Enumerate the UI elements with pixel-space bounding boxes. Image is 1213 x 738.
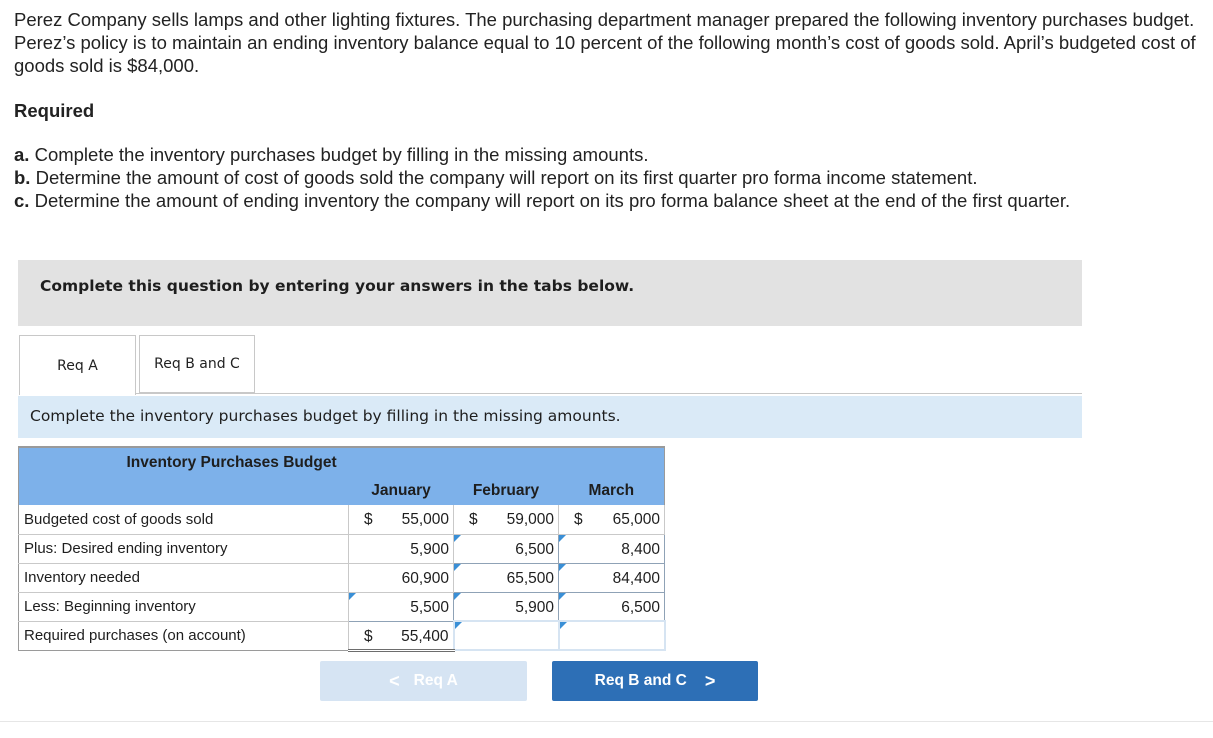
requirement-c: c. Determine the amount of ending invent… (14, 190, 1071, 211)
problem-intro: Perez Company sells lamps and other ligh… (14, 9, 1196, 76)
inventory-needed-march-input[interactable]: 84,400 (557, 562, 666, 593)
instructions-banner: Complete this question by entering your … (18, 260, 1082, 326)
beginning-inventory-march-input[interactable]: 6,500 (557, 591, 666, 622)
chevron-left-icon: < (389, 670, 400, 691)
beginning-inventory-january-input[interactable]: 5,500 (348, 591, 454, 622)
budget-months-row: January February March (18, 477, 666, 505)
cogs-january: $55,000 (348, 505, 454, 535)
table-row: Required purchases (on account) $55,400 (18, 620, 666, 652)
month-march: March (558, 477, 666, 505)
requirement-a: a. Complete the inventory purchases budg… (14, 144, 649, 165)
month-february: February (453, 477, 559, 505)
required-purchases-march-input[interactable] (557, 620, 666, 651)
tab-req-b-and-c[interactable]: Req B and C (139, 335, 255, 393)
row-label: Plus: Desired ending inventory (18, 534, 349, 564)
table-row: Inventory needed 60,900 65,500 84,400 (18, 562, 666, 593)
ending-inventory-march-input[interactable]: 8,400 (557, 533, 666, 564)
row-label: Less: Beginning inventory (18, 592, 349, 622)
tab-divider (136, 393, 1082, 394)
required-heading: Required (14, 100, 95, 121)
cogs-march: $65,000 (558, 505, 666, 535)
chevron-right-icon: > (704, 670, 716, 691)
budget-title: Inventory Purchases Budget (17, 446, 666, 477)
table-row: Less: Beginning inventory 5,500 5,900 6,… (18, 591, 666, 622)
ending-inventory-january: 5,900 (348, 534, 454, 564)
inventory-needed-february-input[interactable]: 65,500 (453, 562, 559, 593)
inventory-needed-january: 60,900 (348, 563, 454, 593)
next-req-b-and-c-button[interactable]: Req B and C > (552, 661, 758, 701)
cogs-february: $59,000 (453, 505, 559, 535)
requirements-list: a. Complete the inventory purchases budg… (14, 143, 1070, 212)
prev-req-a-button[interactable]: < Req A (320, 661, 527, 701)
required-purchases-february-input[interactable] (452, 620, 560, 651)
inventory-purchases-budget: Inventory Purchases Budget January Febru… (17, 446, 666, 652)
tab-instruction: Complete the inventory purchases budget … (18, 396, 1082, 438)
table-row: Budgeted cost of goods sold $55,000 $59,… (18, 505, 666, 535)
row-label: Required purchases (on account) (18, 621, 349, 651)
required-purchases-january: $55,400 (348, 621, 454, 652)
banner-text: Complete this question by entering your … (40, 277, 635, 295)
budget-title-row: Inventory Purchases Budget (17, 446, 666, 477)
budget-table: Inventory Purchases Budget January Febru… (17, 446, 666, 652)
footer-divider (0, 721, 1213, 722)
ending-inventory-february-input[interactable]: 6,500 (453, 533, 559, 564)
row-label: Budgeted cost of goods sold (18, 505, 349, 535)
requirement-b: b. Determine the amount of cost of goods… (14, 167, 978, 188)
row-label: Inventory needed (18, 563, 349, 593)
tab-req-a[interactable]: Req A (19, 335, 136, 395)
beginning-inventory-february-input[interactable]: 5,900 (453, 591, 559, 622)
instruction-text: Complete the inventory purchases budget … (30, 407, 621, 425)
month-january: January (348, 477, 454, 505)
table-row: Plus: Desired ending inventory 5,900 6,5… (18, 533, 666, 564)
